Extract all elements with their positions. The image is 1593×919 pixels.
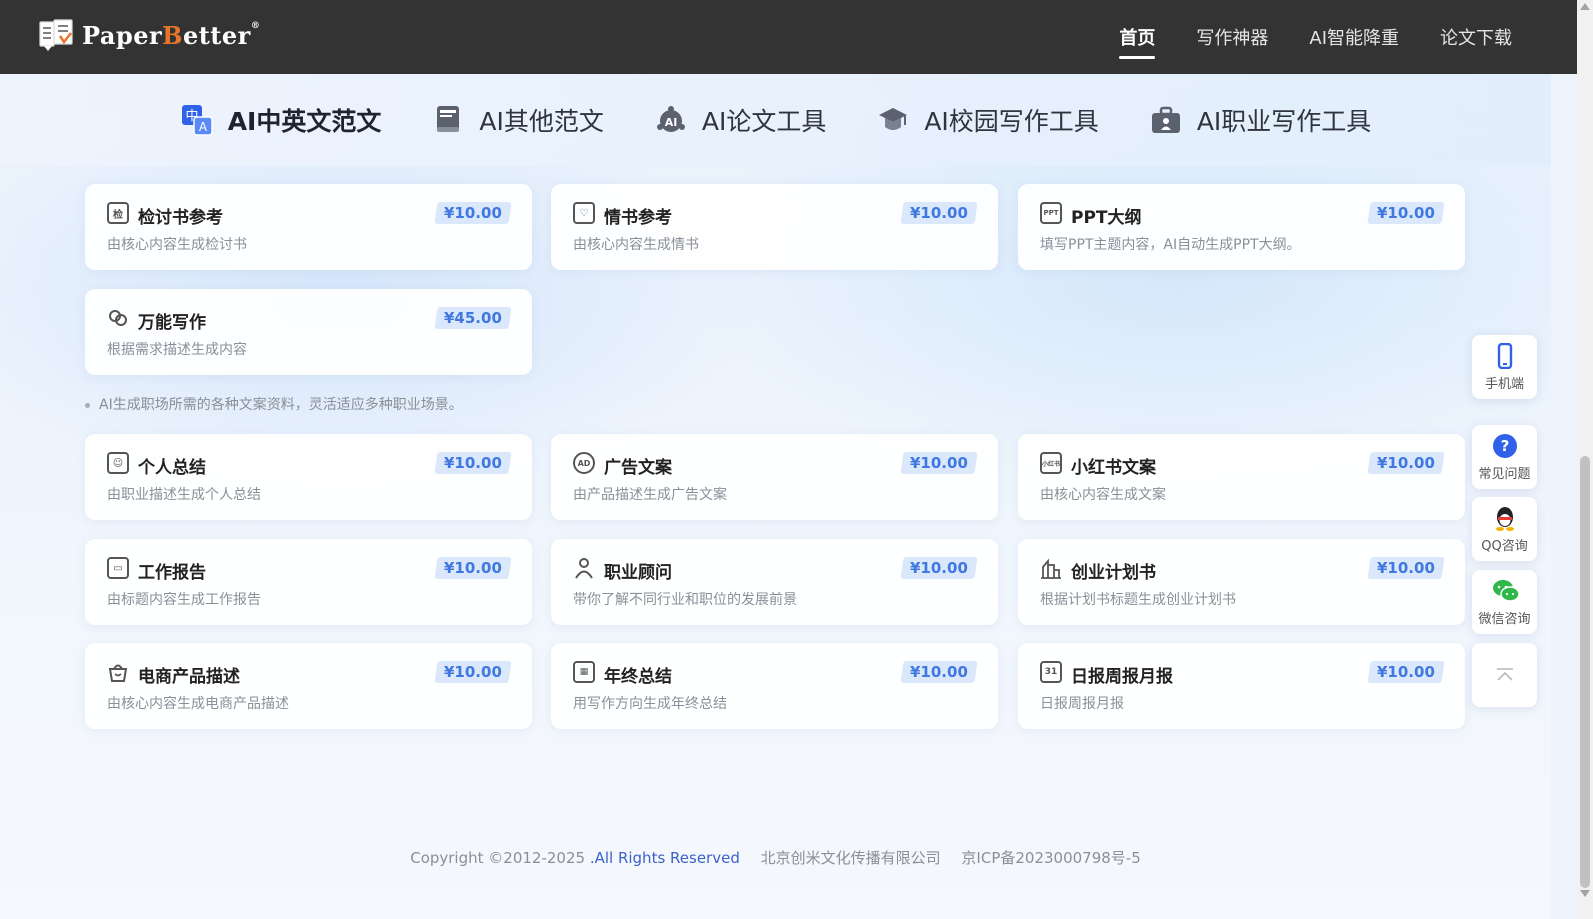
ppt-icon: PPT (1040, 202, 1062, 224)
section-note: AI生成职场所需的各种文案资料，灵活适应多种职业场景。 (85, 394, 463, 414)
svg-text:A: A (199, 120, 208, 134)
main-content: 中 A AI中英文范文 AI其他范文 AI AI论文工具 AI校园写作工具 AI… (0, 74, 1551, 919)
calendar-day-icon: 31 (1040, 661, 1062, 683)
heart-letter-icon: ♡ (573, 202, 595, 224)
copyright-text: Copyright ©2012-2025 .All Rights Reserve… (410, 849, 740, 867)
nav-ai-rewrite[interactable]: AI智能降重 (1309, 24, 1399, 50)
card-ecommerce-description[interactable]: 电商产品描述 ¥10.00 由核心内容生成电商产品描述 (85, 643, 532, 729)
price-tag: ¥10.00 (434, 661, 512, 683)
card-daily-weekly-monthly-report[interactable]: 31 日报周报月报 ¥10.00 日报周报月报 (1018, 643, 1465, 729)
price-tag: ¥10.00 (434, 202, 512, 224)
price-tag: ¥10.00 (900, 557, 978, 579)
price-tag: ¥45.00 (434, 307, 512, 329)
svg-text:AI: AI (665, 116, 678, 129)
arrow-up-icon (1492, 662, 1518, 688)
briefcase-person-icon (1149, 103, 1183, 137)
paperbetter-logo[interactable]: PaperBetter® (38, 18, 260, 52)
person-doc-icon: ☺ (107, 452, 129, 474)
logo-book-icon (38, 18, 76, 52)
card-business-plan[interactable]: 创业计划书 ¥10.00 根据计划书标题生成创业计划书 (1018, 539, 1465, 625)
nav-paper-download[interactable]: 论文下载 (1440, 24, 1512, 50)
tab-ai-other-samples[interactable]: AI其他范文 (431, 102, 604, 138)
card-work-report[interactable]: ▭ 工作报告 ¥10.00 由标题内容生成工作报告 (85, 539, 532, 625)
scroll-thumb[interactable] (1580, 456, 1590, 888)
price-tag: ¥10.00 (1367, 661, 1445, 683)
qq-consult-button[interactable]: QQ咨询 (1472, 497, 1537, 561)
ad-icon: AD (573, 452, 595, 474)
price-tag: ¥10.00 (434, 557, 512, 579)
graduation-cap-icon (876, 103, 910, 137)
ai-gear-icon: AI (654, 103, 688, 137)
nav-writing-tool[interactable]: 写作神器 (1196, 24, 1268, 50)
phone-icon (1492, 342, 1518, 369)
mobile-button[interactable]: 手机端 (1472, 335, 1537, 399)
price-tag: ¥10.00 (434, 452, 512, 474)
building-icon (1040, 557, 1062, 579)
basket-icon (107, 661, 129, 683)
tab-ai-campus-writing[interactable]: AI校园写作工具 (876, 102, 1099, 138)
card-ad-copy[interactable]: AD 广告文案 ¥10.00 由产品描述生成广告文案 (551, 434, 998, 520)
card-love-letter[interactable]: ♡ 情书参考 ¥10.00 由核心内容生成情书 (551, 184, 998, 270)
main-nav: 首页 写作神器 AI智能降重 论文下载 (1078, 0, 1512, 74)
link-icon (107, 307, 129, 329)
logo-text: PaperBetter® (82, 20, 261, 50)
card-career-advisor[interactable]: 职业顾问 ¥10.00 带你了解不同行业和职位的发展前景 (551, 539, 998, 625)
page-scrollbar[interactable] (1577, 0, 1593, 919)
wechat-icon (1492, 578, 1520, 604)
price-tag: ¥10.00 (1367, 557, 1445, 579)
card-apology-letter[interactable]: 检 检讨书参考 ¥10.00 由核心内容生成检讨书 (85, 184, 532, 270)
document-icon: 检 (107, 202, 129, 224)
back-to-top-button[interactable] (1472, 643, 1537, 707)
category-tabs: 中 A AI中英文范文 AI其他范文 AI AI论文工具 AI校园写作工具 AI… (0, 74, 1551, 166)
calendar-icon: ▦ (573, 661, 595, 683)
tab-ai-cn-en-samples[interactable]: 中 A AI中英文范文 (180, 102, 381, 138)
tab-ai-career-writing[interactable]: AI职业写作工具 (1149, 102, 1371, 138)
nav-home[interactable]: 首页 (1119, 24, 1156, 59)
company-name: 北京创米文化传播有限公司 (760, 849, 941, 867)
price-tag: ¥10.00 (900, 452, 978, 474)
price-tag: ¥10.00 (1367, 452, 1445, 474)
briefcase-icon: ▭ (107, 557, 129, 579)
advisor-icon (573, 557, 595, 579)
price-tag: ¥10.00 (900, 202, 978, 224)
xiaohongshu-icon: 小红书 (1040, 452, 1062, 474)
qq-penguin-icon (1492, 505, 1518, 531)
card-personal-summary[interactable]: ☺ 个人总结 ¥10.00 由职业描述生成个人总结 (85, 434, 532, 520)
faq-button[interactable]: ? 常见问题 (1472, 425, 1537, 489)
card-ppt-outline[interactable]: PPT PPT大纲 ¥10.00 填写PPT主题内容，AI自动生成PPT大纲。 (1018, 184, 1465, 270)
footer: Copyright ©2012-2025 .All Rights Reserve… (0, 847, 1551, 868)
top-navbar: PaperBetter® 首页 写作神器 AI智能降重 论文下载 (0, 0, 1577, 74)
icp-link[interactable]: 京ICP备2023000798号-5 (961, 849, 1140, 867)
book-icon (431, 103, 465, 137)
question-icon: ? (1492, 433, 1518, 459)
tab-ai-paper-tools[interactable]: AI AI论文工具 (654, 102, 826, 138)
price-tag: ¥10.00 (1367, 202, 1445, 224)
card-year-end-summary[interactable]: ▦ 年终总结 ¥10.00 用写作方向生成年终总结 (551, 643, 998, 729)
scroll-down-arrow-icon[interactable] (1580, 890, 1590, 897)
scroll-up-arrow-icon[interactable] (1580, 3, 1590, 10)
card-xiaohongshu-copy[interactable]: 小红书 小红书文案 ¥10.00 由核心内容生成文案 (1018, 434, 1465, 520)
translate-icon: 中 A (180, 103, 214, 137)
wechat-consult-button[interactable]: 微信咨询 (1472, 570, 1537, 634)
card-universal-writing[interactable]: 万能写作 ¥45.00 根据需求描述生成内容 (85, 289, 532, 375)
price-tag: ¥10.00 (900, 661, 978, 683)
svg-text:?: ? (1500, 437, 1509, 455)
